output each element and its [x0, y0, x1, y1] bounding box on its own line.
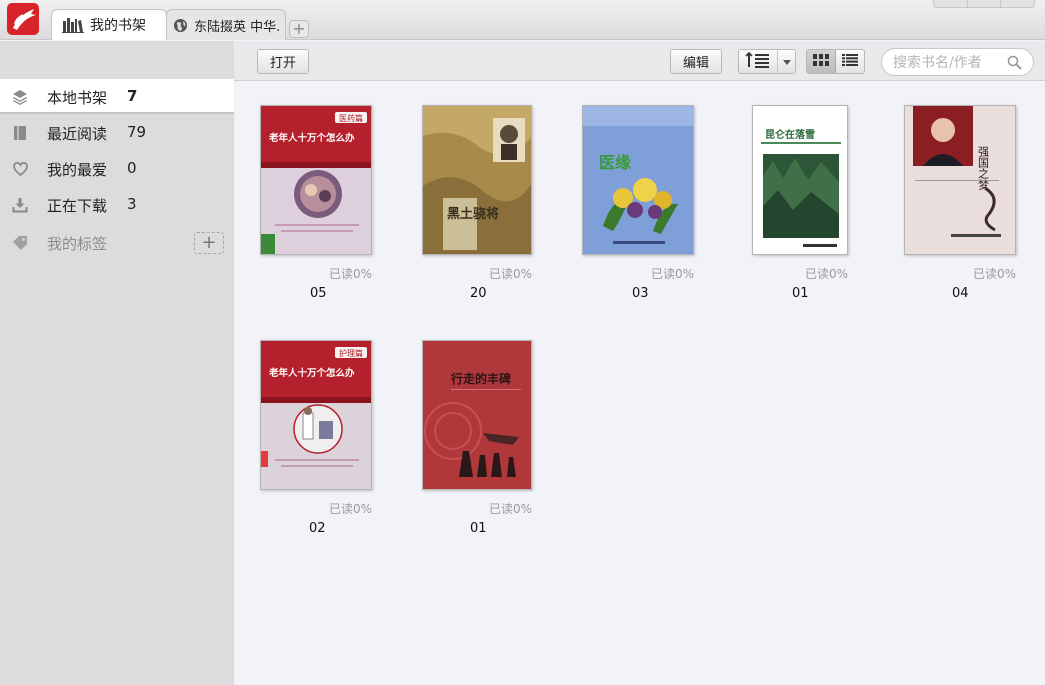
sidebar-item-local-shelf[interactable]: 本地书架 7 [0, 79, 234, 114]
edit-button[interactable]: 编辑 [670, 49, 722, 74]
reading-progress: 已读0% [488, 267, 532, 281]
sort-dropdown[interactable] [738, 49, 796, 74]
heart-icon [11, 160, 29, 178]
sidebar-item-label: 正在下载 [47, 197, 108, 215]
globe-icon [173, 18, 188, 33]
add-tag-button[interactable]: + [194, 232, 224, 254]
book-title: 01 [792, 286, 809, 301]
book-item[interactable]: 行走的丰碑 已读0% 01 [382, 340, 532, 540]
book-cover[interactable]: 医药篇 老年人十万个怎么办 [260, 105, 372, 255]
sort-icon [745, 51, 771, 72]
sidebar-item-my-tags[interactable]: 我的标签 + [0, 225, 234, 260]
cover-caption: 黑土骁将 [447, 206, 499, 222]
cover-caption: 老年人十万个怎么办 [268, 132, 355, 144]
book-cover[interactable]: 昆仑在落雪 [752, 105, 848, 255]
tab-label: 我的书架 [90, 18, 146, 34]
search-input[interactable] [893, 54, 1005, 72]
book-title: 03 [632, 286, 649, 301]
cover-caption: 强国之梦 [977, 146, 990, 191]
reading-progress: 已读0% [804, 267, 848, 281]
book-title: 01 [470, 521, 487, 536]
search-box [881, 48, 1034, 76]
cover-caption: 医缘 [599, 153, 631, 172]
cover-caption: 行走的丰碑 [450, 371, 511, 386]
open-button[interactable]: 打开 [257, 49, 309, 74]
book-item[interactable]: 护理篇 老年人十万个怎么办 已读0% 02 [222, 340, 372, 540]
bookshelf-icon [62, 17, 84, 33]
sidebar-item-label: 我的最爱 [47, 161, 108, 179]
book-item[interactable]: 医药篇 老年人十万个怎么办 已读0% 05 [222, 105, 372, 305]
cover-badge: 医药篇 [339, 113, 363, 123]
list-icon [842, 53, 858, 70]
book-cover[interactable]: 护理篇 老年人十万个怎么办 [260, 340, 372, 490]
view-toggle [806, 49, 865, 74]
reading-progress: 已读0% [328, 502, 372, 516]
book-cover[interactable]: 医缘 [582, 105, 694, 255]
maximize-button[interactable] [968, 0, 1002, 7]
grid-view-button[interactable] [807, 50, 836, 73]
layers-icon [11, 88, 29, 106]
grid-icon [813, 53, 829, 70]
book-cover[interactable]: 强国之梦 [904, 105, 1016, 255]
tag-icon [11, 234, 29, 252]
book-title: 20 [470, 286, 487, 301]
reading-progress: 已读0% [972, 267, 1016, 281]
book-item[interactable]: 昆仑在落雪 已读0% 01 [698, 105, 848, 305]
sidebar-item-favorites[interactable]: 我的最爱 0 [0, 151, 234, 186]
book-icon [11, 124, 29, 142]
download-icon [11, 196, 29, 214]
book-item[interactable]: 强国之梦 已读0% 04 [866, 105, 1016, 305]
book-title: 02 [309, 521, 326, 536]
list-view-button[interactable] [836, 50, 864, 73]
cover-caption: 昆仑在落雪 [765, 128, 815, 141]
book-cover[interactable]: 行走的丰碑 [422, 340, 532, 490]
tab-label: 东陆掇英 中华. [194, 19, 281, 35]
reading-progress: 已读0% [488, 502, 532, 516]
search-icon[interactable] [1007, 55, 1022, 74]
tab-my-bookshelf[interactable]: 我的书架 [51, 9, 167, 40]
book-item[interactable]: 黑土骁将 已读0% 20 [382, 105, 532, 305]
reading-progress: 已读0% [650, 267, 694, 281]
book-title: 04 [952, 286, 969, 301]
book-item[interactable]: 医缘 已读0% 03 [544, 105, 694, 305]
minimize-button[interactable] [934, 0, 968, 7]
close-button[interactable] [1001, 0, 1034, 7]
sidebar: 本地书架 7 最近阅读 79 我的最爱 0 正在下载 3 我的标签 + [0, 41, 234, 685]
sidebar-item-count: 3 [127, 195, 137, 213]
toolbar: 打开 编辑 [234, 41, 1045, 81]
sidebar-item-downloading[interactable]: 正在下载 3 [0, 187, 234, 222]
chevron-down-icon [783, 60, 791, 65]
sidebar-item-label: 我的标签 [47, 235, 108, 253]
tab-book-reader[interactable]: 东陆掇英 中华. [166, 9, 286, 40]
app-logo [7, 3, 39, 35]
title-bar: 我的书架 东陆掇英 中华. + [0, 0, 1045, 40]
book-title: 05 [310, 286, 327, 301]
cover-badge: 护理篇 [339, 348, 363, 358]
sidebar-item-count: 79 [127, 123, 147, 141]
sidebar-item-count: 7 [127, 87, 138, 105]
reading-progress: 已读0% [328, 267, 372, 281]
book-cover[interactable]: 黑土骁将 [422, 105, 532, 255]
sidebar-item-count: 0 [127, 159, 137, 177]
sidebar-item-recent[interactable]: 最近阅读 79 [0, 115, 234, 150]
window-controls [933, 0, 1035, 8]
cover-caption: 老年人十万个怎么办 [268, 367, 355, 379]
sidebar-item-label: 本地书架 [47, 89, 108, 107]
new-tab-button[interactable]: + [289, 20, 309, 38]
sidebar-item-label: 最近阅读 [47, 125, 108, 143]
